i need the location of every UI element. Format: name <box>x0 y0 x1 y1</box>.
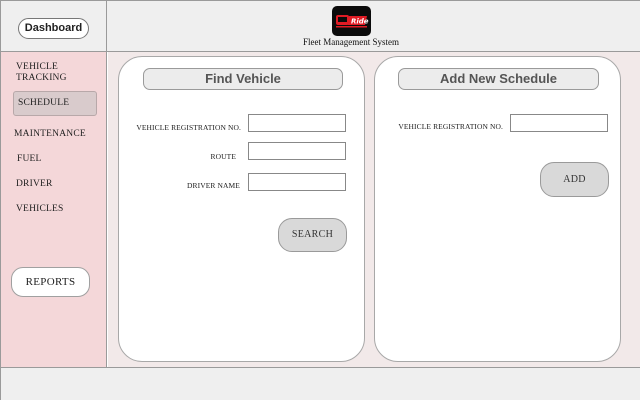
route-label: Route <box>210 152 236 161</box>
footer-bar <box>1 367 640 400</box>
driver-name-label: Driver Name <box>187 181 240 190</box>
sidebar-item-driver[interactable]: Driver <box>16 179 53 190</box>
sidebar-item-label: Vehicles <box>16 204 64 214</box>
add-button[interactable]: Add <box>540 162 609 197</box>
sidebar-item-maintenance[interactable]: Maintenance <box>14 129 86 140</box>
sidebar-item-vehicles[interactable]: Vehicles <box>16 204 64 215</box>
route-input[interactable] <box>248 142 346 160</box>
app-window: Dashboard Ride Fleet Management System V… <box>0 0 640 400</box>
system-title: Fleet Management System <box>303 37 399 47</box>
search-button[interactable]: Search <box>278 218 347 252</box>
main-content: Find Vehicle Vehicle Registration No. Ro… <box>108 52 640 367</box>
reports-button[interactable]: Reports <box>11 267 90 297</box>
add-schedule-title: Add New Schedule <box>398 68 599 90</box>
sidebar-item-label: Vehicle <box>16 62 59 72</box>
schedule-vehicle-registration-label: Vehicle Registration No. <box>398 122 503 131</box>
sidebar-item-label: Fuel <box>17 154 42 164</box>
sidebar-item-label: Schedule <box>18 98 70 108</box>
find-vehicle-panel: Find Vehicle Vehicle Registration No. Ro… <box>118 56 365 362</box>
find-vehicle-title: Find Vehicle <box>143 68 343 90</box>
dashboard-button[interactable]: Dashboard <box>18 18 89 39</box>
header-left-cell: Dashboard <box>1 1 107 52</box>
vehicle-registration-label: Vehicle Registration No. <box>136 123 241 132</box>
sidebar-item-label: Tracking <box>16 73 67 83</box>
sidebar-item-schedule[interactable]: Schedule <box>13 91 97 116</box>
driver-name-input[interactable] <box>248 173 346 191</box>
sidebar-item-label: Maintenance <box>14 129 86 139</box>
top-header: Dashboard Ride Fleet Management System <box>1 1 640 52</box>
logo-text: Ride <box>351 18 369 26</box>
logo-mark-icon: Ride <box>336 15 369 28</box>
sidebar: Vehicle Tracking Schedule Maintenance Fu… <box>1 52 107 367</box>
vehicle-registration-input[interactable] <box>248 114 346 132</box>
add-schedule-panel: Add New Schedule Vehicle Registration No… <box>374 56 621 362</box>
reports-label: Reports <box>25 276 76 288</box>
schedule-vehicle-registration-input[interactable] <box>510 114 608 132</box>
sidebar-item-fuel[interactable]: Fuel <box>17 154 42 165</box>
sidebar-item-label: Driver <box>16 179 53 189</box>
app-logo: Ride <box>332 6 371 36</box>
sidebar-item-vehicle-tracking[interactable]: Vehicle Tracking <box>16 62 67 84</box>
